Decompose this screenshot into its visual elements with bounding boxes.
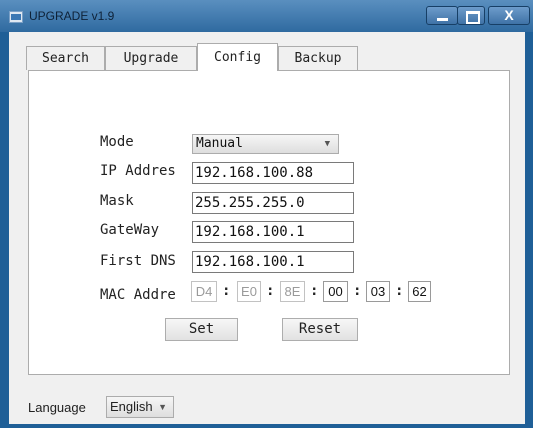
mode-value: Manual [196, 136, 243, 151]
minimize-button[interactable] [426, 6, 458, 25]
mac-octet-1: D4 [191, 281, 217, 302]
mac-octet-3: 8E [280, 281, 305, 302]
reset-button[interactable]: Reset [282, 318, 358, 341]
language-value: English [110, 399, 153, 414]
language-label: Language [28, 400, 86, 415]
chevron-down-icon: ▼ [158, 402, 167, 412]
maximize-button[interactable] [457, 6, 485, 25]
tab-upgrade[interactable]: Upgrade [105, 46, 197, 70]
mac-separator: : [266, 283, 275, 299]
app-window: UPGRADE v1.9 X Search Upgrade Config Bac… [0, 0, 533, 428]
mac-separator: : [395, 283, 404, 299]
tab-config[interactable]: Config [197, 43, 278, 71]
maximize-icon [466, 11, 480, 24]
mac-octet-6[interactable]: 62 [408, 281, 431, 302]
tab-search[interactable]: Search [26, 46, 105, 70]
mac-separator: : [310, 283, 319, 299]
mac-label: MAC Addre [100, 287, 176, 303]
language-select[interactable]: English ▼ [106, 396, 174, 418]
ip-label: IP Addres [100, 163, 176, 179]
close-button[interactable]: X [488, 6, 530, 25]
chevron-down-icon: ▼ [324, 139, 330, 149]
mac-octet-2: E0 [237, 281, 261, 302]
ip-address-field[interactable]: 192.168.100.88 [192, 162, 354, 184]
tab-backup[interactable]: Backup [278, 46, 358, 70]
gateway-label: GateWay [100, 222, 160, 238]
mac-separator: : [222, 283, 231, 299]
gateway-field[interactable]: 192.168.100.1 [192, 221, 354, 243]
mask-field[interactable]: 255.255.255.0 [192, 192, 354, 214]
set-button[interactable]: Set [165, 318, 238, 341]
mode-select[interactable]: Manual ▼ [192, 134, 339, 154]
window-title: UPGRADE v1.9 [29, 9, 115, 23]
dns-label: First DNS [100, 253, 176, 269]
first-dns-field[interactable]: 192.168.100.1 [192, 251, 354, 273]
minimize-icon [437, 18, 448, 21]
mode-label: Mode [100, 134, 134, 150]
mac-separator: : [353, 283, 362, 299]
title-bar[interactable]: UPGRADE v1.9 X [0, 0, 533, 32]
mac-octet-5[interactable]: 03 [366, 281, 390, 302]
mask-label: Mask [100, 193, 134, 209]
mac-octet-4[interactable]: 00 [323, 281, 348, 302]
app-icon [9, 11, 23, 23]
